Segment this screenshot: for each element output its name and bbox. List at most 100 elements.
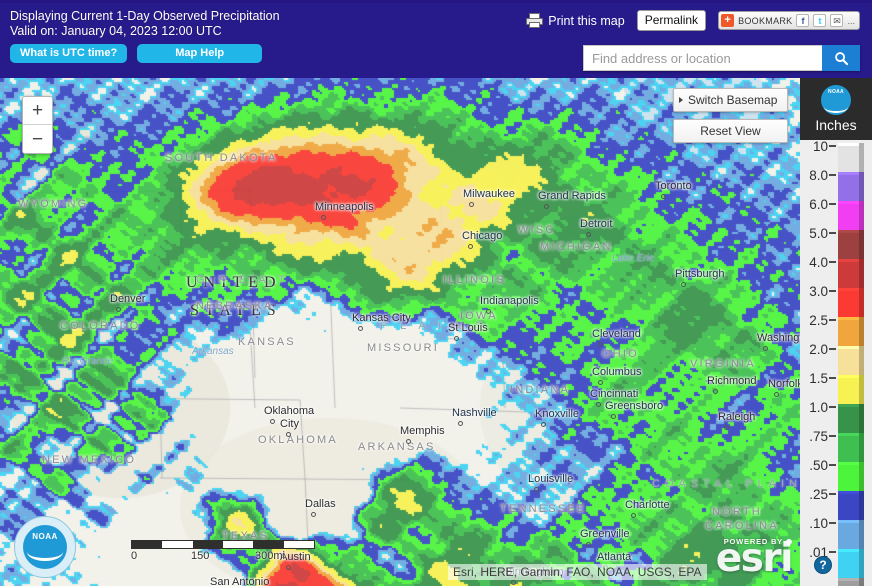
reset-view-button[interactable]: Reset View xyxy=(673,119,788,143)
city-marker-dot xyxy=(358,326,363,331)
chevron-right-icon xyxy=(679,97,683,103)
map-help-button[interactable]: Map Help xyxy=(137,44,263,63)
zoom-out-button[interactable]: − xyxy=(23,125,52,153)
city-marker-dot xyxy=(586,542,591,547)
permalink-button[interactable]: Permalink xyxy=(636,10,707,31)
city-marker-dot xyxy=(406,439,411,444)
city-marker-dot xyxy=(468,244,473,249)
legend-value-label: 2.5 xyxy=(809,313,828,328)
legend-value-label: 3.0 xyxy=(809,284,828,299)
header-tools: Print this map Permalink + BOOKMARK f t … xyxy=(526,10,860,31)
legend-swatch xyxy=(838,172,864,204)
email-icon[interactable]: ✉ xyxy=(830,14,844,27)
legend-swatch xyxy=(838,201,864,233)
legend-swatch xyxy=(838,462,864,494)
city-marker-dot xyxy=(541,422,546,427)
city-marker-dot xyxy=(454,336,459,341)
legend-swatch xyxy=(838,288,864,320)
legend-value-label: 6.0 xyxy=(809,197,828,212)
legend-swatch xyxy=(838,317,864,349)
legend-tick xyxy=(828,145,836,175)
map-viewport[interactable]: UNITED STATES WYOMING SOUTH DAKOTA NEBRASKA C… xyxy=(0,78,800,586)
header-button-row: What is UTC time? Map Help xyxy=(10,44,280,63)
search-input[interactable] xyxy=(583,45,822,71)
city-marker-dot xyxy=(511,580,516,585)
map-action-buttons: Switch Basemap Reset View xyxy=(673,88,788,143)
legend-swatch xyxy=(838,259,864,291)
legend-tick xyxy=(828,203,836,233)
legend-color-bar[interactable] xyxy=(838,143,864,586)
city-marker-dot xyxy=(321,215,326,220)
legend-tick xyxy=(828,464,836,494)
legend-tick xyxy=(828,581,836,586)
precipitation-map-layer[interactable] xyxy=(0,78,800,586)
city-marker-dot xyxy=(270,419,275,424)
facebook-icon[interactable]: f xyxy=(796,14,810,27)
zoom-in-button[interactable]: + xyxy=(23,97,52,125)
legend-tick xyxy=(828,290,836,320)
search-button[interactable] xyxy=(822,45,860,71)
legend-ticks xyxy=(828,145,836,586)
city-marker-dot xyxy=(458,421,463,426)
scale-bar-graphic xyxy=(131,540,315,549)
legend-value-label: .10 xyxy=(809,516,828,531)
legend-swatch xyxy=(838,520,864,552)
scale-bar-labels: 0 150 300mi xyxy=(131,550,315,564)
printer-icon xyxy=(526,13,544,28)
legend-swatch xyxy=(838,491,864,523)
city-marker-dot xyxy=(286,565,291,570)
legend-tick xyxy=(828,174,836,204)
legend-value-label: 2.0 xyxy=(809,342,828,357)
legend-value-label: 4.0 xyxy=(809,255,828,270)
print-this-map-button[interactable]: Print this map xyxy=(526,13,625,28)
city-marker-dot xyxy=(544,204,549,209)
city-marker-dot xyxy=(774,392,779,397)
city-marker-dot xyxy=(661,194,666,199)
legend-value-label: 1.0 xyxy=(809,400,828,415)
city-marker-dot xyxy=(311,512,316,517)
what-is-utc-time-button[interactable]: What is UTC time? xyxy=(10,44,128,63)
legend-swatch xyxy=(838,433,864,465)
legend-tick xyxy=(828,319,836,349)
page-header: Displaying Current 1-Day Observed Precip… xyxy=(0,0,872,78)
city-marker-dot xyxy=(534,487,539,492)
legend-value-labels: 10 8.0 6.0 5.0 4.0 3.0 2.5 2.0 1.5 1.0 .75 .50 .25 .1… xyxy=(800,139,828,586)
twitter-icon[interactable]: t xyxy=(813,14,827,27)
bookmark-label: BOOKMARK xyxy=(738,15,793,26)
city-marker-dot xyxy=(713,389,718,394)
legend-swatch xyxy=(838,230,864,262)
noaa-seal-inner: NOAA xyxy=(23,525,67,569)
map-valid-time: Valid on: January 04, 2023 12:00 UTC xyxy=(10,24,222,38)
map-scale-bar: 0 150 300mi xyxy=(131,540,315,564)
legend-value-label: 1.5 xyxy=(809,371,828,386)
legend-tick xyxy=(828,435,836,465)
switch-basemap-button[interactable]: Switch Basemap xyxy=(673,88,788,112)
city-marker-dot xyxy=(116,307,121,312)
zoom-controls: + − xyxy=(22,96,53,154)
legend-tick xyxy=(828,493,836,523)
scale-label-1: 150 xyxy=(191,550,210,562)
city-marker-dot xyxy=(286,432,291,437)
legend-tick xyxy=(828,522,836,552)
legend-swatch xyxy=(838,346,864,378)
legend-header: NOAA Inches xyxy=(800,78,872,140)
legend-swatch xyxy=(838,375,864,407)
city-marker-dot xyxy=(598,342,603,347)
noaa-seal-text: NOAA xyxy=(32,532,58,541)
switch-basemap-label: Switch Basemap xyxy=(688,93,778,107)
noaa-bird-icon xyxy=(27,543,63,561)
more-share-options-icon[interactable]: ... xyxy=(847,16,855,26)
noaa-logo-icon: NOAA xyxy=(821,85,851,115)
legend-swatch xyxy=(838,578,864,586)
location-search xyxy=(583,45,860,71)
bookmark-plus-icon[interactable]: + xyxy=(721,14,735,27)
city-marker-dot xyxy=(724,425,729,430)
legend-tick xyxy=(828,232,836,262)
legend-help-button[interactable]: ? xyxy=(814,556,832,574)
city-marker-dot xyxy=(611,414,616,419)
noaa-seal-logo: NOAA xyxy=(14,516,76,578)
bookmark-share-widget[interactable]: + BOOKMARK f t ✉ ... xyxy=(718,11,860,30)
legend-tick xyxy=(828,348,836,378)
legend-units-label: Inches xyxy=(815,117,857,133)
map-title: Displaying Current 1-Day Observed Precip… xyxy=(10,9,280,23)
